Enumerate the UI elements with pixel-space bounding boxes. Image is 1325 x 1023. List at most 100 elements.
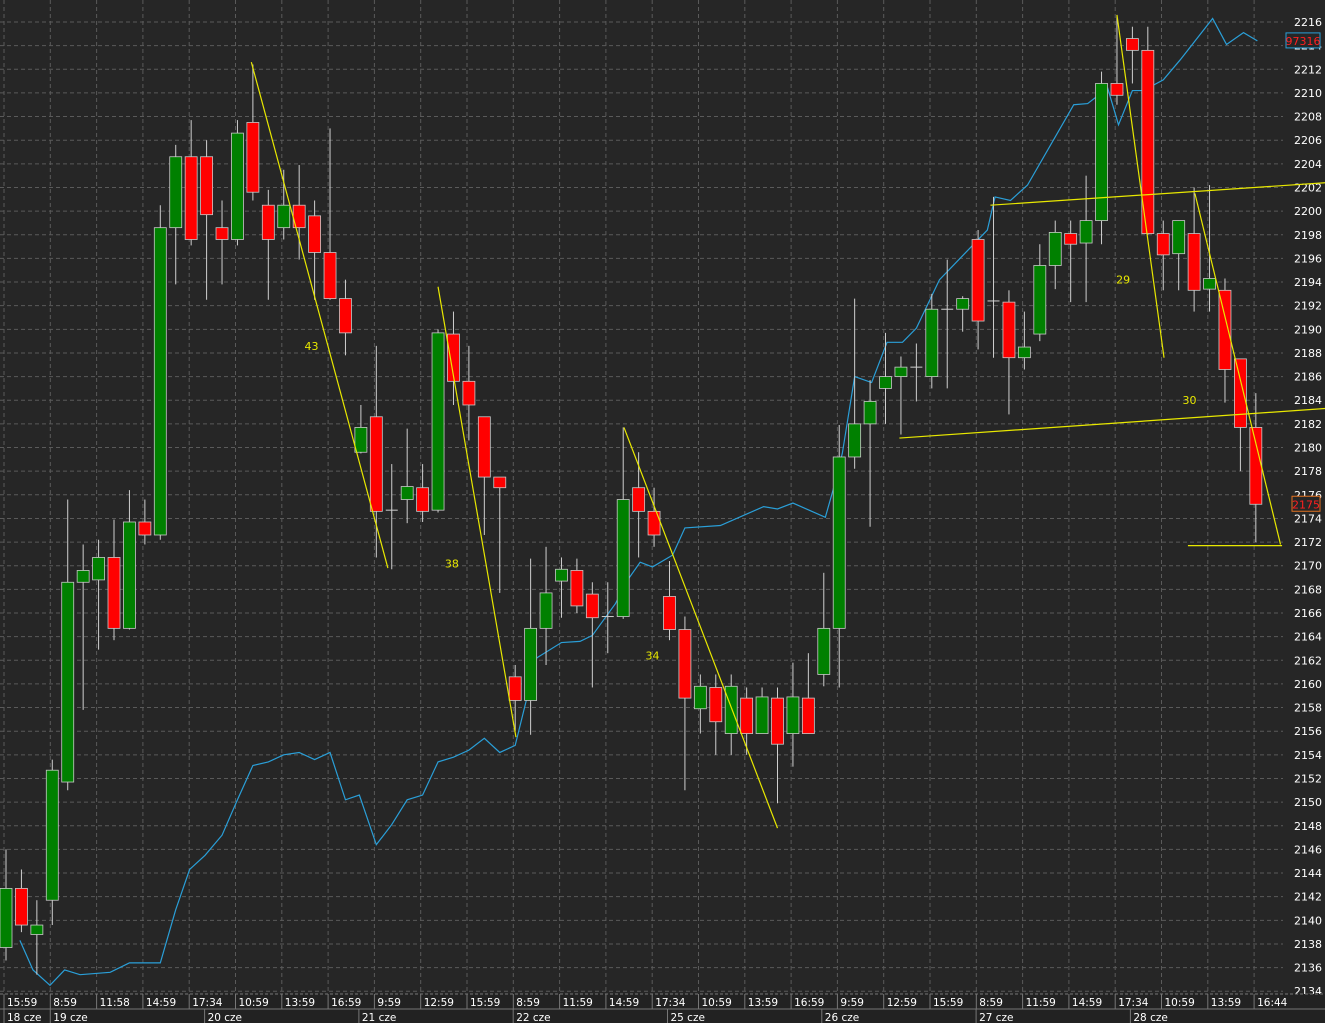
candle-body-up bbox=[61, 581, 75, 783]
y-tick-label: 2164 bbox=[1294, 631, 1322, 644]
candle-body-up bbox=[755, 696, 769, 734]
y-tick-label: 2184 bbox=[1294, 394, 1322, 407]
y-tick-label: 2192 bbox=[1294, 300, 1322, 313]
y-tick-label: 2186 bbox=[1294, 371, 1322, 384]
time-tick-label: 8:59 bbox=[516, 997, 540, 1009]
candle-body-up bbox=[431, 332, 445, 511]
time-tick-label: 17:34 bbox=[192, 997, 223, 1009]
y-tick-label: 2182 bbox=[1294, 418, 1322, 431]
candle[interactable] bbox=[45, 759, 59, 926]
y-tick-label: 2158 bbox=[1294, 702, 1322, 715]
time-tick-label: 14:59 bbox=[1072, 997, 1102, 1009]
candle-body-down bbox=[585, 593, 599, 619]
candle-body-up bbox=[956, 298, 970, 310]
y-tick-label: 2208 bbox=[1294, 111, 1322, 124]
time-tick-label: 8:59 bbox=[979, 997, 1003, 1009]
candle-body-down bbox=[15, 888, 28, 926]
candle-body-down bbox=[184, 156, 198, 240]
candle-body-up bbox=[848, 423, 862, 458]
time-tick-label: 10:59 bbox=[702, 997, 732, 1009]
y-tick-label: 2138 bbox=[1294, 938, 1322, 951]
candle-body-up bbox=[894, 366, 908, 378]
candle-body-up bbox=[231, 132, 244, 240]
time-tick-label: 12:59 bbox=[424, 997, 454, 1009]
candle-body-down bbox=[1249, 427, 1263, 505]
time-tick-label: 17:34 bbox=[655, 997, 686, 1009]
y-tick-label: 2160 bbox=[1294, 678, 1322, 691]
candle-body-down bbox=[1002, 301, 1016, 359]
candle[interactable] bbox=[1141, 26, 1155, 235]
y-tick-label: 2180 bbox=[1294, 442, 1322, 455]
y-tick-label: 2148 bbox=[1294, 820, 1322, 833]
candle-body-down bbox=[493, 476, 507, 489]
candle-body-up bbox=[724, 685, 738, 734]
y-tick-label: 2170 bbox=[1294, 560, 1322, 573]
time-tick-label: 15:59 bbox=[933, 997, 963, 1009]
day-label: 21 cze bbox=[362, 1012, 396, 1023]
candle[interactable] bbox=[1095, 71, 1108, 245]
day-label: 19 cze bbox=[53, 1012, 87, 1023]
candle-body-down bbox=[1187, 233, 1201, 291]
last-price-tag: 2175 bbox=[1292, 498, 1320, 511]
y-tick-label: 2156 bbox=[1294, 725, 1322, 738]
day-label: 28 cze bbox=[1133, 1012, 1167, 1023]
y-tick-label: 2144 bbox=[1294, 867, 1322, 880]
day-label: 18 cze bbox=[7, 1012, 41, 1023]
time-axis[interactable]: 15:59 8:59 11:58 14:59 17:34 10:59 13:59 16:59 9… bbox=[0, 993, 1325, 1023]
trendline-label: 34 bbox=[646, 650, 660, 663]
candle-body-down bbox=[462, 380, 476, 406]
time-tick-label: 10:59 bbox=[1165, 997, 1195, 1009]
candle-body-up bbox=[616, 499, 630, 617]
candle-body-up bbox=[693, 685, 707, 710]
trendline-label: 38 bbox=[445, 557, 459, 570]
trendline-label: 30 bbox=[1182, 394, 1196, 407]
candle-body-up bbox=[539, 592, 553, 629]
candle-body-up bbox=[817, 627, 831, 675]
candlestick-chart[interactable]: 2134213621382140214221442146214821502152… bbox=[0, 0, 1325, 1023]
candle-body-down bbox=[261, 204, 275, 240]
candle-body-up bbox=[123, 521, 136, 629]
candle-body-up bbox=[354, 427, 368, 453]
time-tick-label: 12:59 bbox=[887, 997, 917, 1009]
y-tick-label: 2194 bbox=[1294, 276, 1322, 289]
candle[interactable] bbox=[153, 205, 167, 540]
candle-body-down bbox=[632, 487, 646, 512]
candle-body-up bbox=[1203, 278, 1216, 290]
day-label: 25 cze bbox=[670, 1012, 704, 1023]
time-tick-label: 11:58 bbox=[100, 997, 130, 1009]
candle-body-down bbox=[1156, 233, 1170, 256]
y-tick-label: 2162 bbox=[1294, 654, 1322, 667]
candle-body-up bbox=[1017, 346, 1031, 359]
candle[interactable] bbox=[431, 329, 445, 513]
y-tick-label: 2154 bbox=[1294, 749, 1322, 762]
candle[interactable] bbox=[231, 120, 244, 246]
candle-body-down bbox=[709, 687, 723, 723]
time-tick-label: 14:59 bbox=[609, 997, 639, 1009]
candle-body-down bbox=[477, 416, 491, 478]
candle-body-down bbox=[570, 570, 584, 607]
time-tick-label: 16:44 bbox=[1257, 997, 1288, 1009]
candle-body-down bbox=[678, 629, 692, 699]
time-tick-label: 15:59 bbox=[7, 997, 37, 1009]
candle-body-down bbox=[138, 521, 152, 536]
time-tick-label: 9:59 bbox=[377, 997, 401, 1009]
time-tick-label: 13:59 bbox=[748, 997, 778, 1009]
candle-body-down bbox=[663, 596, 676, 630]
candle-body-up bbox=[524, 627, 538, 701]
time-tick-label: 17:34 bbox=[1118, 997, 1149, 1009]
y-tick-label: 2136 bbox=[1294, 962, 1322, 975]
time-tick-label: 11:59 bbox=[563, 997, 593, 1009]
candle-body-up bbox=[1048, 231, 1062, 266]
candle-body-up bbox=[1095, 83, 1108, 221]
candle-body-down bbox=[323, 252, 337, 299]
candle-body-up bbox=[400, 486, 414, 500]
candle-body-up bbox=[832, 456, 846, 629]
y-tick-label: 2190 bbox=[1294, 323, 1322, 336]
candle-body-down bbox=[740, 697, 754, 734]
candle-body-down bbox=[1110, 83, 1124, 96]
time-tick-label: 11:59 bbox=[1026, 997, 1056, 1009]
candle-body-down bbox=[508, 676, 522, 701]
time-tick-label: 14:59 bbox=[146, 997, 176, 1009]
candle-body-up bbox=[863, 401, 877, 425]
candle-body-up bbox=[1079, 220, 1093, 244]
